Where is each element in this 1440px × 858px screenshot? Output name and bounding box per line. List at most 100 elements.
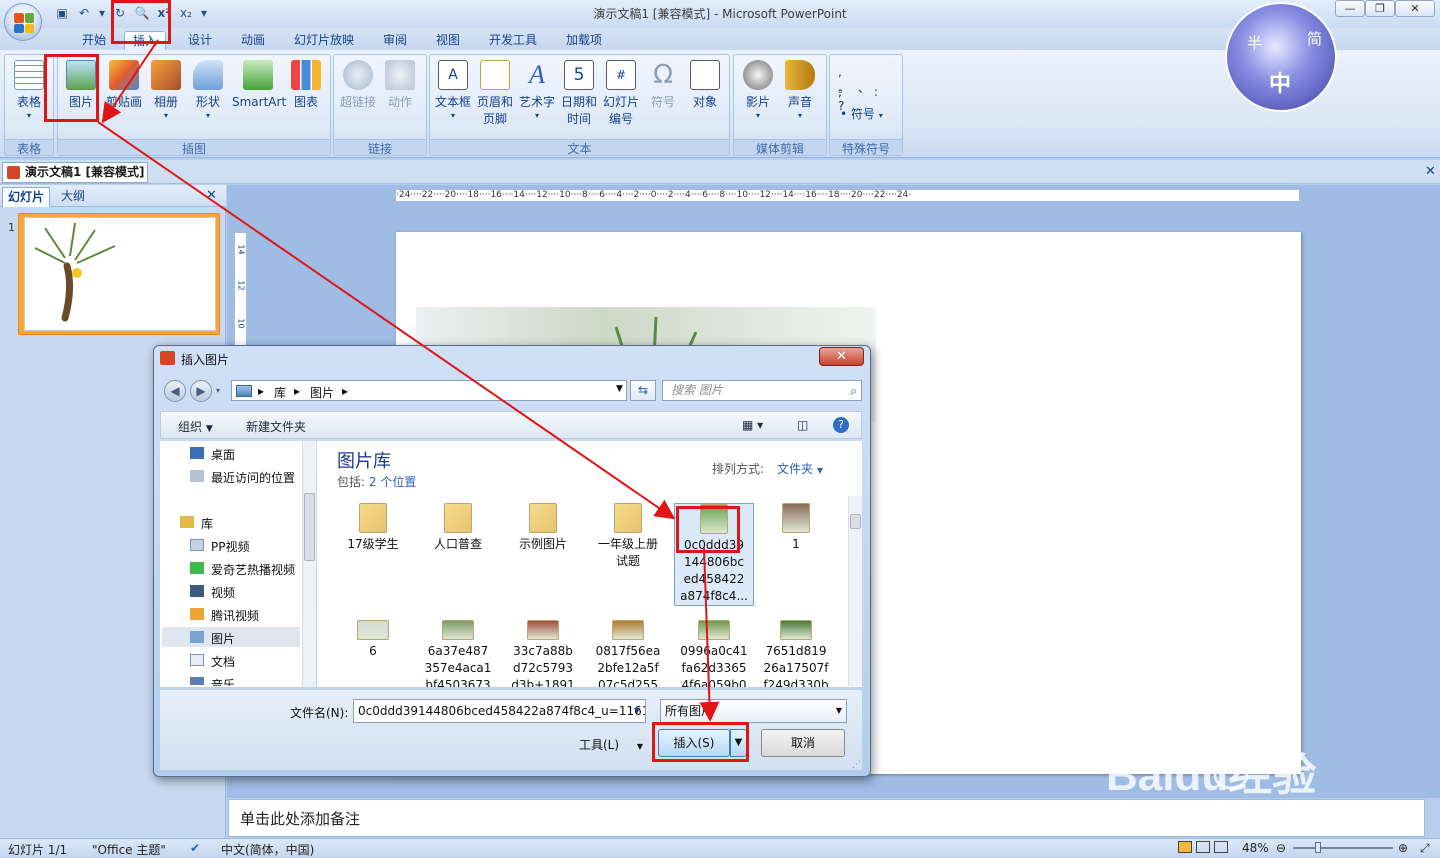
notes-placeholder[interactable]: 单击此处添加备注 bbox=[240, 808, 360, 829]
sound-button[interactable]: 声音 ▾ bbox=[780, 58, 820, 132]
slide-number-icon: # bbox=[606, 60, 636, 90]
fit-window-icon[interactable]: ⤢ bbox=[1420, 841, 1430, 856]
resize-grip-icon[interactable]: ⋰ bbox=[852, 760, 866, 772]
spellcheck-icon[interactable]: ✔ bbox=[190, 841, 200, 855]
album-button[interactable]: 相册 ▾ bbox=[146, 58, 186, 132]
symbol-button[interactable]: Ω 符号 bbox=[643, 58, 683, 132]
normal-view-icon[interactable] bbox=[1178, 841, 1192, 853]
forward-button[interactable]: ▶ bbox=[190, 380, 212, 402]
tab-outline[interactable]: 大纲 bbox=[56, 187, 90, 207]
action-button[interactable]: 动作 bbox=[380, 58, 420, 132]
dialog-help-icon[interactable]: ? bbox=[833, 417, 849, 433]
tab-view[interactable]: 视图 bbox=[428, 31, 468, 50]
back-button[interactable]: ◀ bbox=[164, 380, 186, 402]
slideshow-view-icon[interactable] bbox=[1214, 841, 1228, 853]
shapes-button[interactable]: 形状 ▾ bbox=[188, 58, 228, 132]
file-name-line: 144806bc bbox=[683, 555, 745, 569]
tab-addins[interactable]: 加载项 bbox=[558, 31, 610, 50]
close-panel-icon[interactable]: ✕ bbox=[206, 188, 217, 203]
folder-item[interactable]: 示例图片 bbox=[503, 503, 583, 553]
object-button[interactable]: 对象 bbox=[685, 58, 725, 132]
chart-button[interactable]: 图表 bbox=[286, 58, 326, 132]
datetime-button[interactable]: 5 日期和 时间 bbox=[559, 58, 599, 132]
zoom-out-icon[interactable]: ⊖ bbox=[1276, 841, 1286, 855]
sort-dropdown[interactable]: 文件夹 ▼ bbox=[777, 460, 823, 477]
nav-item-recent[interactable]: 最近访问的位置 bbox=[211, 469, 295, 486]
special-symbol-button[interactable]: • 符号 ▾ bbox=[840, 105, 883, 122]
dialog-close-button[interactable]: ✕ bbox=[819, 347, 864, 366]
nav-item-video[interactable]: 视频 bbox=[211, 584, 235, 601]
filetype-select[interactable]: 所有图片 ▼ bbox=[660, 699, 847, 723]
slide-number-button[interactable]: # 幻灯片 编号 bbox=[601, 58, 641, 132]
nav-item-pp-video[interactable]: PP视频 bbox=[211, 538, 249, 555]
breadcrumb-library[interactable]: 库 bbox=[274, 384, 286, 401]
image-file-item[interactable]: 0996a0c41 fa62d3365 4f6a059b0 bbox=[674, 610, 754, 687]
movie-button[interactable]: 影片 ▾ bbox=[738, 58, 778, 132]
slide-thumbnail[interactable] bbox=[24, 217, 216, 331]
tab-design[interactable]: 设计 bbox=[180, 31, 220, 50]
zoom-in-icon[interactable]: ⊕ bbox=[1398, 841, 1408, 855]
nav-item-documents[interactable]: 文档 bbox=[211, 653, 235, 670]
office-button[interactable] bbox=[4, 3, 42, 41]
filename-dropdown-icon[interactable]: ▼ bbox=[634, 706, 640, 715]
vruler-label: 14 bbox=[236, 244, 246, 255]
nav-item-pictures[interactable]: 图片 bbox=[211, 630, 235, 647]
zoom-slider-thumb[interactable] bbox=[1315, 842, 1321, 853]
preview-pane-icon[interactable]: ◫ bbox=[797, 418, 808, 432]
nav-scrollbar[interactable] bbox=[302, 441, 316, 687]
zoom-slider[interactable] bbox=[1293, 842, 1393, 853]
zoom-level[interactable]: 48% bbox=[1242, 841, 1269, 855]
nav-item-library[interactable]: 库 bbox=[201, 515, 213, 532]
address-bar[interactable]: ▸ 库 ▸ 图片 ▸ ▼ bbox=[231, 380, 627, 401]
wordart-button[interactable]: A 艺术字 ▾ bbox=[517, 58, 557, 132]
breadcrumb-pictures[interactable]: 图片 bbox=[310, 384, 334, 401]
image-file-item[interactable]: 33c7a88b d72c5793 d3b+1891 bbox=[503, 610, 583, 687]
image-thumbnail-icon bbox=[357, 620, 389, 640]
nav-item-iqiyi[interactable]: 爱奇艺热播视频 bbox=[211, 561, 295, 578]
close-document-icon[interactable]: ✕ bbox=[1425, 164, 1436, 179]
nav-item-desktop[interactable]: 桌面 bbox=[211, 446, 235, 463]
content-scrollbar-thumb[interactable] bbox=[850, 514, 861, 529]
nav-scrollbar-thumb[interactable] bbox=[304, 493, 315, 561]
new-folder-button[interactable]: 新建文件夹 bbox=[246, 418, 306, 435]
history-dropdown-icon[interactable]: ▾ bbox=[216, 386, 220, 395]
tab-developer[interactable]: 开发工具 bbox=[482, 31, 544, 50]
folder-icon bbox=[359, 503, 387, 533]
minimize-button[interactable]: — bbox=[1335, 0, 1365, 17]
folder-item[interactable]: 一年级上册 试题 bbox=[588, 503, 668, 570]
image-file-item[interactable]: 6 bbox=[333, 610, 413, 687]
organize-button[interactable]: 组织 ▼ bbox=[178, 418, 213, 435]
textbox-button[interactable]: A 文本框 ▾ bbox=[433, 58, 473, 132]
clipart-button[interactable]: 剪贴画 bbox=[104, 58, 144, 132]
tab-animation[interactable]: 动画 bbox=[233, 31, 273, 50]
tab-home[interactable]: 开始 bbox=[74, 31, 114, 50]
nav-item-tencent-video[interactable]: 腾讯视频 bbox=[211, 607, 259, 624]
refresh-button[interactable]: ⇆ bbox=[630, 380, 656, 401]
view-options-icon[interactable]: ▦ ▾ bbox=[742, 418, 763, 432]
close-window-button[interactable]: ✕ bbox=[1395, 0, 1435, 17]
tools-button[interactable]: 工具(L) ▼ bbox=[579, 736, 643, 753]
image-file-item[interactable]: 6a37e487 357e4aca1 bf4503673 bbox=[418, 610, 498, 687]
document-tab[interactable]: 演示文稿1 [兼容模式] bbox=[2, 162, 148, 183]
search-input[interactable]: 搜索 图片 ⌕ bbox=[662, 380, 862, 401]
cancel-button[interactable]: 取消 bbox=[761, 729, 845, 757]
folder-item[interactable]: 人口普查 bbox=[418, 503, 498, 553]
image-file-item[interactable]: 7651d819 26a17507f f249d330b bbox=[756, 610, 836, 687]
hyperlink-button[interactable]: 超链接 bbox=[338, 58, 378, 132]
maximize-button[interactable]: ❐ bbox=[1365, 0, 1395, 17]
smartart-button[interactable]: SmartArt bbox=[232, 58, 286, 132]
table-button[interactable]: 表格 ▾ bbox=[9, 58, 49, 132]
tab-slideshow[interactable]: 幻灯片放映 bbox=[288, 31, 360, 50]
tab-review[interactable]: 审阅 bbox=[375, 31, 415, 50]
nav-item-music[interactable]: 音乐 bbox=[211, 676, 235, 686]
sorter-view-icon[interactable] bbox=[1196, 841, 1210, 853]
content-scrollbar[interactable] bbox=[848, 496, 862, 686]
header-footer-button[interactable]: 页眉和 页脚 bbox=[475, 58, 515, 132]
image-file-item[interactable]: 0817f56ea 2bfe12a5f 07c5d255 bbox=[588, 610, 668, 687]
address-dropdown-icon[interactable]: ▼ bbox=[616, 384, 623, 394]
library-locations-link[interactable]: 2 个位置 bbox=[369, 475, 416, 489]
filename-input[interactable]: 0c0ddd39144806bced458422a874f8c4_u=1161 bbox=[353, 699, 646, 723]
image-file-item[interactable]: 1 bbox=[756, 503, 836, 553]
tab-slides[interactable]: 幻灯片 bbox=[2, 187, 51, 207]
folder-item[interactable]: 17级学生 bbox=[333, 503, 413, 553]
